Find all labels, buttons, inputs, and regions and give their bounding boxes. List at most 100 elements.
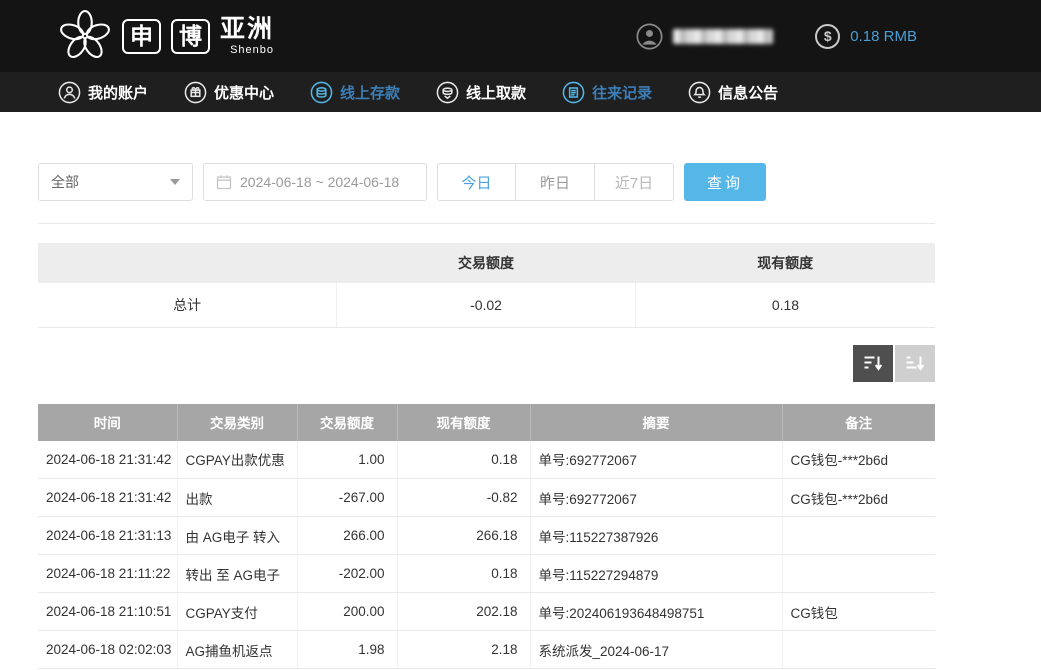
top-header: 申 博 亚洲 Shenbo $ 0.18 RMB (0, 0, 1041, 72)
type-select[interactable]: 全部 (38, 163, 193, 201)
account-icon (58, 81, 81, 104)
logo-char-shen: 申 (122, 19, 161, 54)
cell-amount: 266.00 (297, 517, 397, 555)
nav-label: 线上存款 (340, 82, 400, 103)
nav-label: 我的账户 (88, 82, 148, 103)
cell-note (782, 555, 935, 593)
summary-header-transaction: 交易额度 (337, 243, 636, 283)
logo-char-bo: 博 (171, 19, 210, 54)
date-range-value: 2024-06-18 ~ 2024-06-18 (240, 174, 399, 190)
summary-total-balance: 0.18 (635, 283, 935, 327)
sort-asc-button[interactable] (895, 345, 935, 382)
summary-total-row: 总计 -0.02 0.18 (38, 283, 935, 327)
nav-label: 往来记录 (592, 82, 652, 103)
cell-summary: 单号:115227387926 (530, 517, 782, 555)
logo-subtitle: Shenbo (220, 44, 274, 56)
table-row: 2024-06-18 21:11:22 转出 至 AG电子 -202.00 0.… (38, 555, 935, 593)
summary-table: 交易额度 现有额度 总计 -0.02 0.18 (38, 243, 935, 328)
cell-type: AG捕鱼机返点 (177, 631, 297, 669)
sort-desc-button[interactable] (853, 345, 893, 382)
sort-asc-icon (905, 354, 925, 372)
cell-summary: 单号:115227294879 (530, 555, 782, 593)
yesterday-button[interactable]: 昨日 (516, 163, 595, 201)
logo-flower-icon (58, 9, 112, 63)
cell-amount: -202.00 (297, 555, 397, 593)
cell-balance: 0.18 (397, 441, 530, 479)
transactions-table: 时间 交易类别 交易额度 现有额度 摘要 备注 2024-06-18 21:31… (38, 404, 935, 670)
records-icon (562, 81, 585, 104)
cell-balance: 0.18 (397, 555, 530, 593)
dollar-icon: $ (815, 24, 840, 49)
cell-summary: 单号:692772067 (530, 441, 782, 479)
cell-note (782, 631, 935, 669)
header-balance: 现有额度 (397, 404, 530, 441)
cell-type: 出款 (177, 479, 297, 517)
nav-label: 优惠中心 (214, 82, 274, 103)
date-range-input[interactable]: 2024-06-18 ~ 2024-06-18 (203, 163, 427, 201)
table-row: 2024-06-18 21:31:42 CGPAY出款优惠 1.00 0.18 … (38, 441, 935, 479)
chevron-down-icon (170, 179, 180, 185)
nav-item-announcements[interactable]: 信息公告 (688, 81, 778, 104)
summary-total-label: 总计 (38, 283, 337, 327)
cell-summary: 系统派发_2024-06-17 (530, 631, 782, 669)
cell-balance: 266.18 (397, 517, 530, 555)
calendar-icon (216, 174, 232, 190)
header-amount: 交易额度 (297, 404, 397, 441)
logo-region: 亚洲 (220, 17, 274, 42)
cell-time: 2024-06-18 21:10:51 (38, 593, 177, 631)
today-button[interactable]: 今日 (437, 163, 516, 201)
summary-header-empty (38, 243, 337, 283)
divider (38, 223, 935, 224)
cell-type: 转出 至 AG电子 (177, 555, 297, 593)
main-nav: 我的账户 优惠中心 线上存款 线上取款 往来记录 (0, 72, 1041, 112)
cell-time: 2024-06-18 02:02:03 (38, 631, 177, 669)
gift-icon (184, 81, 207, 104)
sort-controls (38, 345, 935, 382)
header-note: 备注 (782, 404, 935, 441)
logo-text: 亚洲 Shenbo (220, 17, 274, 56)
nav-item-records[interactable]: 往来记录 (562, 81, 652, 104)
query-button[interactable]: 查询 (684, 163, 766, 201)
cell-note: CG钱包 (782, 593, 935, 631)
balance-amount: 0.18 RMB (850, 28, 917, 45)
last7days-button[interactable]: 近7日 (595, 163, 674, 201)
nav-item-deposit[interactable]: 线上存款 (310, 81, 400, 104)
summary-total-transaction: -0.02 (337, 283, 636, 327)
username-blurred (673, 29, 773, 44)
table-row: 2024-06-18 21:10:51 CGPAY支付 200.00 202.1… (38, 593, 935, 631)
cell-amount: 1.00 (297, 441, 397, 479)
cell-balance: -0.82 (397, 479, 530, 517)
header-type: 交易类别 (177, 404, 297, 441)
cell-time: 2024-06-18 21:31:42 (38, 441, 177, 479)
nav-item-my-account[interactable]: 我的账户 (58, 81, 148, 104)
nav-item-promotions[interactable]: 优惠中心 (184, 81, 274, 104)
sort-desc-icon (863, 354, 883, 372)
cell-amount: -267.00 (297, 479, 397, 517)
withdrawal-icon (436, 81, 459, 104)
cell-time: 2024-06-18 21:31:13 (38, 517, 177, 555)
cell-amount: 1.98 (297, 631, 397, 669)
logo[interactable]: 申 博 亚洲 Shenbo (58, 9, 274, 63)
cell-type: CGPAY出款优惠 (177, 441, 297, 479)
content: 全部 2024-06-18 ~ 2024-06-18 今日 昨日 近7日 查询 … (38, 163, 935, 669)
nav-item-withdrawal[interactable]: 线上取款 (436, 81, 526, 104)
account-summary: $ 0.18 RMB (636, 23, 917, 50)
summary-header-row: 交易额度 现有额度 (38, 243, 935, 283)
cell-summary: 单号:692772067 (530, 479, 782, 517)
cell-time: 2024-06-18 21:31:42 (38, 479, 177, 517)
header-time: 时间 (38, 404, 177, 441)
cell-amount: 200.00 (297, 593, 397, 631)
cell-type: 由 AG电子 转入 (177, 517, 297, 555)
table-row: 2024-06-18 02:02:03 AG捕鱼机返点 1.98 2.18 系统… (38, 631, 935, 669)
nav-label: 信息公告 (718, 82, 778, 103)
summary-header-balance: 现有额度 (635, 243, 935, 283)
cell-note (782, 517, 935, 555)
cell-time: 2024-06-18 21:11:22 (38, 555, 177, 593)
nav-label: 线上取款 (466, 82, 526, 103)
cell-summary: 单号:202406193648498751 (530, 593, 782, 631)
cell-note: CG钱包-***2b6d (782, 479, 935, 517)
table-row: 2024-06-18 21:31:13 由 AG电子 转入 266.00 266… (38, 517, 935, 555)
deposit-icon (310, 81, 333, 104)
bell-icon (688, 81, 711, 104)
user-icon (636, 23, 663, 50)
